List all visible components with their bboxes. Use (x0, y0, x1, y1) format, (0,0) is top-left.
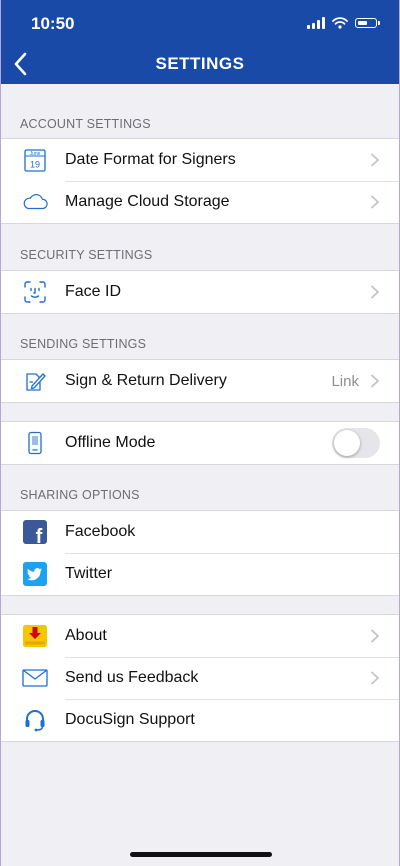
signal-icon (307, 17, 325, 29)
row-label: Facebook (65, 523, 136, 540)
group-support: About Send us Feedback DocuSign Support (1, 614, 399, 742)
download-arrow-icon (22, 623, 48, 649)
twitter-icon (22, 561, 48, 587)
battery-icon (355, 18, 380, 28)
wifi-icon (332, 17, 348, 29)
face-id-icon (22, 279, 48, 305)
row-value: Link (331, 372, 359, 390)
row-offline-mode: Offline Mode (1, 422, 399, 464)
row-cloud-storage[interactable]: Manage Cloud Storage (1, 181, 399, 223)
chevron-right-icon (371, 285, 379, 299)
row-face-id[interactable]: Face ID (1, 271, 399, 313)
row-about[interactable]: About (1, 615, 399, 657)
calendar-month-text: June (30, 151, 41, 157)
group-sending: Sign & Return Delivery Link (1, 359, 399, 403)
row-label: Twitter (65, 565, 113, 582)
section-label-security: SECURITY SETTINGS (20, 248, 153, 262)
row-twitter[interactable]: Twitter (1, 553, 399, 595)
row-label: Face ID (65, 283, 122, 300)
row-facebook[interactable]: f Facebook (1, 511, 399, 553)
chevron-right-icon (371, 153, 379, 167)
pen-document-icon (22, 368, 48, 394)
group-security: Face ID (1, 270, 399, 314)
home-indicator (130, 852, 272, 857)
chevron-right-icon (371, 195, 379, 209)
headset-icon (22, 707, 48, 733)
section-label-sharing: SHARING OPTIONS (20, 488, 140, 502)
facebook-icon: f (22, 519, 48, 545)
row-label: Sign & Return Delivery (65, 372, 227, 389)
section-label-sending: SENDING SETTINGS (20, 337, 147, 351)
chevron-right-icon (371, 671, 379, 685)
section-label-account: ACCOUNT SETTINGS (20, 117, 151, 131)
offline-mode-toggle[interactable] (332, 428, 380, 458)
row-sign-return-delivery[interactable]: Sign & Return Delivery Link (1, 360, 399, 402)
status-time: 10:50 (31, 14, 75, 33)
row-label: DocuSign Support (65, 711, 195, 728)
row-send-feedback[interactable]: Send us Feedback (1, 657, 399, 699)
row-label: Send us Feedback (65, 669, 199, 686)
row-date-format[interactable]: June 19 Date Format for Signers (1, 139, 399, 181)
row-label: Manage Cloud Storage (65, 193, 230, 210)
chevron-right-icon (371, 374, 379, 388)
calendar-day-text: 19 (30, 160, 40, 170)
row-label: Offline Mode (65, 434, 156, 451)
row-label: About (65, 627, 107, 644)
chevron-right-icon (371, 629, 379, 643)
app-header: 10:50 SETTINGS (1, 0, 399, 84)
group-offline: Offline Mode (1, 421, 399, 465)
row-label: Date Format for Signers (65, 151, 236, 168)
row-docusign-support[interactable]: DocuSign Support (1, 699, 399, 741)
calendar-icon: June 19 (22, 147, 48, 173)
group-account: June 19 Date Format for Signers Manage C… (1, 138, 399, 224)
envelope-icon (22, 665, 48, 691)
cloud-icon (22, 189, 48, 215)
offline-device-icon (22, 430, 48, 456)
page-title: SETTINGS (155, 54, 245, 73)
facebook-glyph: f (36, 526, 43, 544)
status-icons (307, 14, 380, 32)
group-sharing: f Facebook Twitter (1, 510, 399, 596)
